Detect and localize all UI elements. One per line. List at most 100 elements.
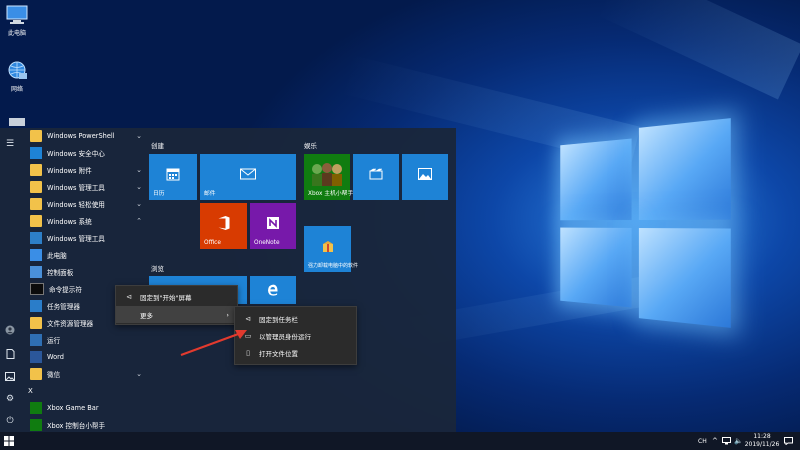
network-icon[interactable] [722, 432, 731, 450]
list-item[interactable]: 微信 ⌄ [20, 366, 144, 382]
onenote-icon [266, 216, 280, 232]
photo-icon [418, 167, 432, 182]
chevron-up-icon: ⌃ [136, 217, 142, 225]
pin-icon: ⊲ [245, 314, 251, 323]
xbox-characters-icon [309, 161, 345, 189]
list-item[interactable]: 运行 [20, 332, 144, 348]
tile-label: 邮件 [204, 191, 216, 197]
desktop-icon-this-pc[interactable]: 此电脑 [0, 4, 34, 37]
tile-movies[interactable] [353, 154, 399, 200]
app-label: Windows 附件 [47, 167, 92, 175]
chevron-down-icon: ⌄ [136, 166, 142, 174]
tile-xbox-companion[interactable]: Xbox 主机小帮手 [304, 154, 354, 200]
group-title-browse[interactable]: 浏览 [151, 263, 164, 273]
tile-label: 日历 [153, 191, 165, 197]
menu-item-label: 打开文件位置 [259, 349, 298, 358]
list-item[interactable]: Windows 系统 ⌃ [20, 213, 144, 229]
app-label: Windows 系统 [47, 218, 92, 226]
tile-calendar[interactable]: 日历 [149, 154, 197, 200]
list-item[interactable]: Windows PowerShell ⌄ [20, 128, 144, 144]
chevron-down-icon: ⌄ [136, 132, 142, 140]
run-icon [30, 334, 42, 346]
computer-icon [30, 249, 42, 261]
windows-start-icon[interactable] [4, 436, 14, 446]
folder-icon [30, 317, 42, 329]
tile-label: Office [204, 240, 221, 246]
edge-browser-icon [267, 284, 279, 298]
list-item[interactable]: Windows 管理工具 ⌄ [20, 179, 144, 195]
folder-icon [30, 164, 42, 176]
menu-item-label: 更多 [140, 311, 153, 320]
desktop-icon-label: 网络 [10, 86, 23, 93]
shield-icon [30, 147, 42, 159]
power-icon[interactable]: ⏻ [4, 415, 16, 427]
group-title-entertain[interactable]: 娱乐 [304, 140, 317, 150]
app-label: 微信 [47, 371, 61, 379]
app-label: Word [47, 353, 64, 361]
film-icon [369, 168, 383, 182]
list-item[interactable]: 此电脑 [20, 247, 144, 263]
tile-uninstaller[interactable]: 强力卸载电脑中的软件 [304, 226, 358, 272]
desktop-icon-recycle-bin[interactable] [0, 116, 34, 128]
computer-icon [5, 4, 29, 26]
calendar-icon [166, 167, 180, 183]
list-item[interactable]: Xbox Game Bar [20, 400, 144, 416]
list-item[interactable]: Xbox 控制台小帮手 [20, 417, 144, 433]
hamburger-menu-icon[interactable]: ☰ [4, 138, 16, 150]
app-label: Windows PowerShell [47, 132, 115, 140]
context-menu-primary: ⊲ 固定到"开始"屏幕 更多 › [115, 285, 238, 325]
app-label: 此电脑 [47, 252, 67, 260]
tile-mail[interactable]: 邮件 [200, 154, 296, 200]
admin-tools-icon [30, 232, 42, 244]
clock[interactable]: 11:28 2019/11/26 [744, 433, 780, 449]
start-left-rail: ☰ ⚙ ⏻ [0, 128, 20, 432]
chevron-down-icon: ⌄ [136, 200, 142, 208]
desktop-icon-network[interactable]: 网络 [0, 60, 34, 93]
tile-onenote[interactable]: OneNote [250, 203, 296, 249]
menu-item-label: 以管理员身份运行 [259, 332, 311, 341]
folder-icon [30, 130, 42, 142]
tile-label: OneNote [254, 240, 280, 246]
menu-item-more[interactable]: 更多 › [116, 306, 237, 323]
list-item[interactable]: Windows 轻松使用 ⌄ [20, 196, 144, 212]
notification-center-icon[interactable] [784, 432, 793, 450]
app-label: Windows 管理工具 [47, 184, 105, 192]
folder-icon [30, 368, 42, 380]
tile-office[interactable]: Office [200, 203, 247, 249]
app-label: 运行 [47, 337, 61, 345]
tile-photos[interactable] [402, 154, 448, 200]
tile-label: Xbox 主机小帮手 [308, 191, 354, 197]
recycle-bin-icon [5, 116, 29, 126]
settings-gear-icon[interactable]: ⚙ [4, 393, 16, 405]
volume-icon[interactable]: 🔈 [734, 432, 743, 450]
control-panel-icon [30, 266, 42, 278]
pictures-icon[interactable] [4, 370, 16, 382]
list-item[interactable]: Windows 安全中心 [20, 145, 144, 161]
list-item[interactable]: 控制面板 [20, 264, 144, 280]
app-label: Windows 安全中心 [47, 150, 105, 158]
folder-icon [30, 181, 42, 193]
tile-edge[interactable] [250, 276, 296, 304]
chevron-right-icon: › [226, 310, 229, 319]
annotation-arrow [180, 330, 247, 357]
app-label: Xbox Game Bar [47, 404, 99, 412]
app-list: Windows PowerShell ⌄ Windows 安全中心 Window… [20, 128, 144, 432]
user-account-icon[interactable] [4, 324, 16, 336]
tray-expand-icon[interactable]: ^ [712, 432, 718, 450]
tray-ime[interactable]: CH [698, 432, 707, 450]
desktop-icon-label: 此电脑 [7, 30, 26, 37]
list-item[interactable]: Windows 管理工具 [20, 230, 144, 246]
list-item[interactable]: Windows 附件 ⌄ [20, 162, 144, 178]
app-label: Xbox 控制台小帮手 [47, 422, 106, 430]
section-header-x[interactable]: X [28, 387, 33, 395]
box-icon [321, 239, 335, 255]
office-icon [217, 215, 230, 232]
menu-item-label: 固定到任务栏 [259, 315, 298, 324]
group-title-create[interactable]: 创建 [151, 140, 164, 150]
task-manager-icon [30, 300, 42, 312]
folder-icon [30, 198, 42, 210]
menu-item-pin-to-start[interactable]: ⊲ 固定到"开始"屏幕 [116, 288, 237, 305]
xbox-icon [30, 419, 42, 431]
list-item[interactable]: Word [20, 349, 144, 365]
documents-icon[interactable] [4, 348, 16, 360]
